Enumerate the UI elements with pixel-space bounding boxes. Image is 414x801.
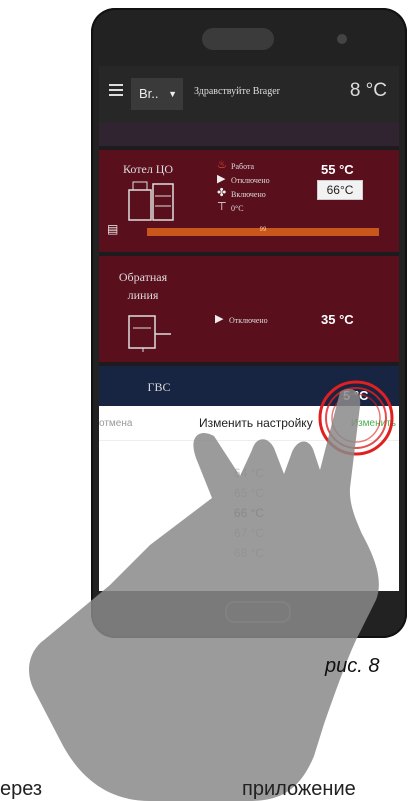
footer-text-left: ерез: [0, 778, 43, 800]
hand-shape: [29, 388, 379, 801]
hand-illustration: [29, 380, 394, 801]
footer-text-right: приложение: [242, 778, 356, 800]
figure-caption: рис. 8: [325, 655, 380, 677]
